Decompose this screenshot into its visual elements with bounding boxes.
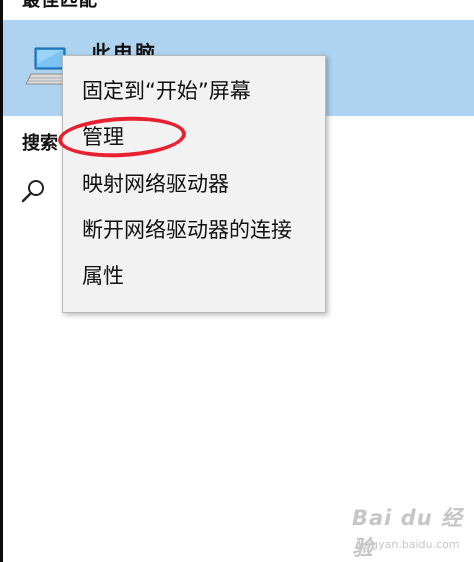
- watermark-main: Bai du 经验: [352, 506, 463, 560]
- search-web-label: 搜索: [22, 133, 58, 154]
- best-match-header: 最佳匹配: [22, 0, 98, 11]
- menu-item-map-network-drive[interactable]: 映射网络驱动器: [63, 164, 325, 204]
- search-icon[interactable]: [21, 178, 47, 204]
- menu-item-pin-to-start[interactable]: 固定到“开始”屏幕: [63, 71, 325, 111]
- menu-item-disconnect-network-drive[interactable]: 断开网络驱动器的连接: [63, 210, 325, 250]
- context-menu: 固定到“开始”屏幕 管理 映射网络驱动器 断开网络驱动器的连接 属性: [62, 55, 326, 313]
- menu-item-properties[interactable]: 属性: [63, 256, 325, 296]
- baidu-watermark: Bai du 经验 jingyan.baidu.com: [352, 500, 470, 560]
- watermark-url: jingyan.baidu.com: [358, 538, 460, 551]
